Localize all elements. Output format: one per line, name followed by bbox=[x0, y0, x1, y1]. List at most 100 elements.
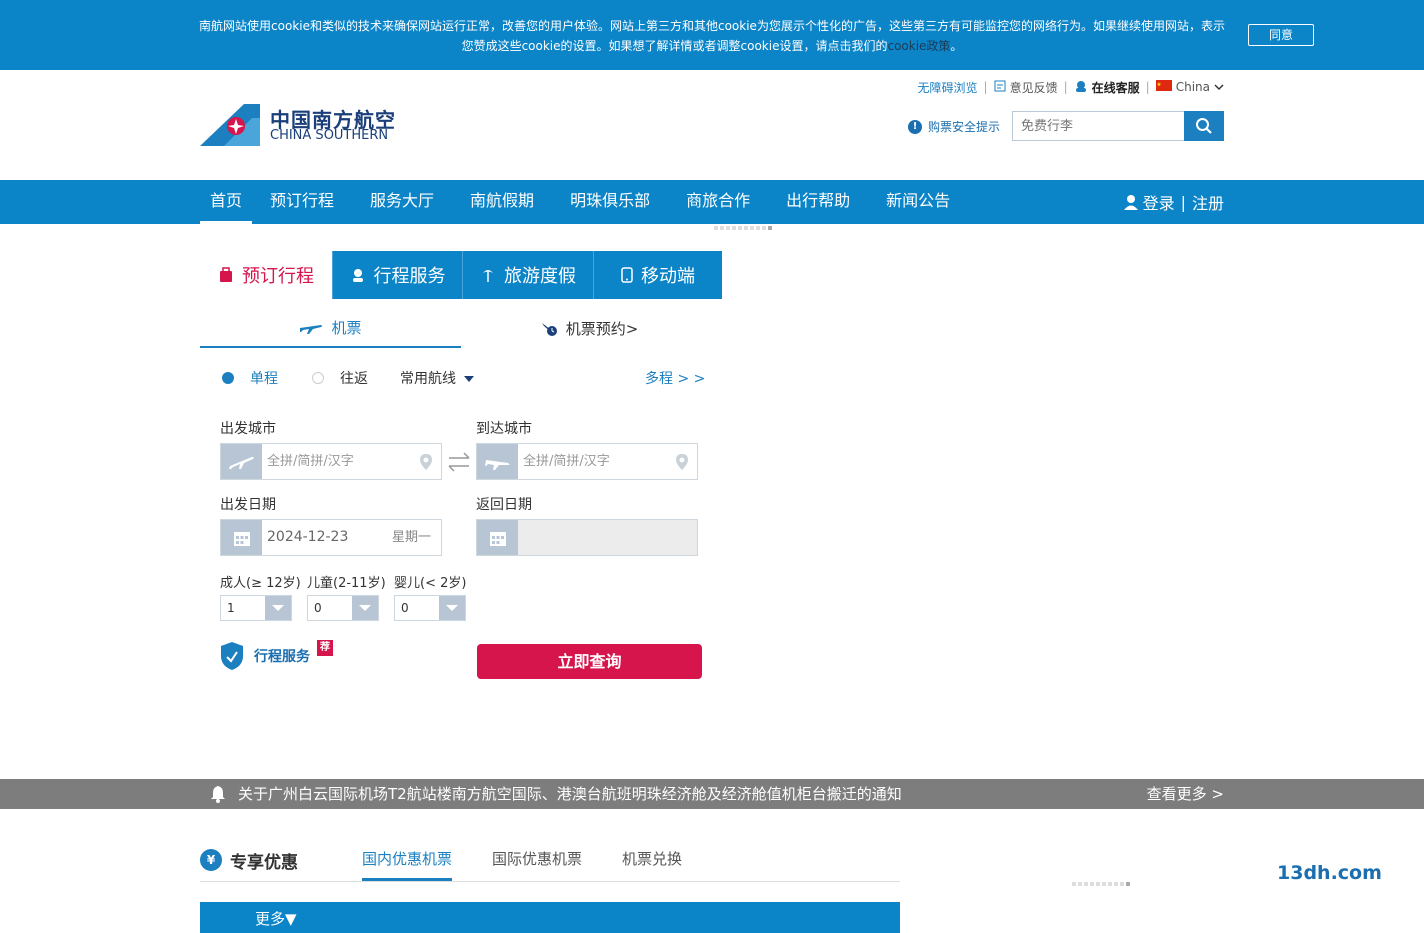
tab-vacation-label: 旅游度假 bbox=[504, 266, 576, 287]
notice-bar: 关于广州白云国际机场T2航站楼南方航空国际、港澳台航班明珠经济舱及经济舱值机柜台… bbox=[0, 779, 1424, 809]
recommend-badge: 荐 bbox=[317, 640, 333, 656]
offers-more-dropdown[interactable]: 更多▼ bbox=[255, 908, 297, 929]
safety-tip-label: 购票安全提示 bbox=[928, 120, 1001, 134]
carousel-dot-active[interactable] bbox=[768, 226, 772, 230]
carousel-dot[interactable] bbox=[720, 226, 724, 230]
cookie-message: 南航网站使用cookie和类似的技术来确保网站运行正常，改善您的用户体验。网站上… bbox=[199, 19, 1225, 53]
accessible-link[interactable]: 无障碍浏览 bbox=[918, 79, 978, 96]
swap-cities-icon[interactable] bbox=[447, 452, 471, 476]
from-city-field[interactable]: 全拼/简拼/汉字 bbox=[220, 443, 442, 480]
trip-service-label: 行程服务 bbox=[254, 649, 310, 665]
tab-ticket-redemption[interactable]: 机票兑换 bbox=[622, 848, 682, 881]
location-pin-icon bbox=[675, 453, 689, 475]
cookie-agree-button[interactable]: 同意 bbox=[1248, 24, 1314, 46]
tab-trip-service[interactable]: 行程服务 bbox=[332, 251, 462, 299]
cookie-banner: 南航网站使用cookie和类似的技术来确保网站运行正常，改善您的用户体验。网站上… bbox=[0, 0, 1424, 70]
from-city-label: 出发城市 bbox=[220, 421, 276, 437]
palm-tree-icon bbox=[480, 267, 496, 283]
depart-date-field[interactable]: 2024-12-23 星期一 bbox=[220, 519, 442, 556]
region-selector[interactable]: China bbox=[1176, 80, 1210, 94]
carousel-dot[interactable] bbox=[1090, 882, 1094, 886]
carousel-dot[interactable] bbox=[756, 226, 760, 230]
offers-panel: 更多▼ bbox=[200, 902, 900, 933]
round-trip-label[interactable]: 往返 bbox=[340, 368, 368, 388]
register-link[interactable]: 注册 bbox=[1192, 190, 1224, 214]
dropdown-arrow-icon bbox=[352, 596, 378, 620]
purchase-safety-tip[interactable]: ! 购票安全提示 bbox=[908, 118, 1000, 135]
from-city-placeholder: 全拼/简拼/汉字 bbox=[267, 454, 354, 469]
carousel-dot[interactable] bbox=[1072, 882, 1076, 886]
calendar-icon bbox=[477, 520, 518, 555]
top-links: 无障碍浏览 | 意见反馈 | 在线客服 | China bbox=[918, 78, 1224, 96]
tab-international-offers[interactable]: 国际优惠机票 bbox=[492, 848, 582, 881]
carousel-dot[interactable] bbox=[750, 226, 754, 230]
carousel-dot[interactable] bbox=[714, 226, 718, 230]
search-button[interactable] bbox=[1184, 111, 1224, 141]
notice-text: 关于广州白云国际机场T2航站楼南方航空国际、港澳台航班明珠经济舱及经济舱值机柜台… bbox=[238, 785, 902, 803]
carousel-dot[interactable] bbox=[1078, 882, 1082, 886]
depart-weekday: 星期一 bbox=[391, 530, 431, 545]
tab-mobile[interactable]: 移动端 bbox=[593, 251, 722, 299]
tab-vacation[interactable]: 旅游度假 bbox=[462, 251, 593, 299]
nav-item-travel-help[interactable]: 出行帮助 bbox=[768, 180, 868, 224]
tab-mobile-label: 移动端 bbox=[641, 266, 695, 287]
carousel-dot[interactable] bbox=[1120, 882, 1124, 886]
adult-select[interactable]: 1 bbox=[220, 595, 292, 621]
multi-city-link[interactable]: 多程 > > bbox=[645, 368, 705, 388]
carousel-dot[interactable] bbox=[726, 226, 730, 230]
search-input[interactable] bbox=[1012, 111, 1184, 141]
radio-one-way[interactable] bbox=[222, 372, 234, 384]
dropdown-arrow-icon bbox=[439, 596, 465, 620]
info-icon: ! bbox=[908, 119, 922, 134]
carousel-dot[interactable] bbox=[744, 226, 748, 230]
nav-item-booking[interactable]: 预订行程 bbox=[252, 180, 352, 224]
trip-service-link[interactable]: 行程服务 bbox=[220, 640, 310, 672]
child-value: 0 bbox=[314, 601, 322, 615]
nav-item-holidays[interactable]: 南航假期 bbox=[452, 180, 552, 224]
infant-label: 婴儿(< 2岁) bbox=[394, 576, 467, 591]
carousel-dot[interactable] bbox=[1084, 882, 1088, 886]
carousel-dot[interactable] bbox=[1114, 882, 1118, 886]
one-way-label[interactable]: 单程 bbox=[250, 368, 278, 388]
nav-item-home[interactable]: 首页 bbox=[200, 180, 253, 224]
nav-item-news[interactable]: 新闻公告 bbox=[868, 180, 968, 224]
online-service-link[interactable]: 在线客服 bbox=[1092, 79, 1140, 96]
child-select[interactable]: 0 bbox=[307, 595, 379, 621]
infant-select[interactable]: 0 bbox=[394, 595, 466, 621]
tab-trip-service-label: 行程服务 bbox=[373, 266, 446, 287]
tab-booking[interactable]: 预订行程 bbox=[200, 251, 332, 299]
notice-item[interactable]: 关于广州白云国际机场T2航站楼南方航空国际、港澳台航班明珠经济舱及经济舱值机柜台… bbox=[210, 779, 902, 809]
nav-item-service-hall[interactable]: 服务大厅 bbox=[352, 180, 452, 224]
caret-down-icon bbox=[464, 376, 474, 382]
depart-date-label: 出发日期 bbox=[220, 497, 276, 513]
notice-more-link[interactable]: 查看更多 > bbox=[1147, 779, 1224, 809]
cookie-policy-link[interactable]: cookie政策 bbox=[887, 39, 950, 53]
common-routes-label: 常用航线 bbox=[400, 371, 456, 387]
tab-domestic-offers[interactable]: 国内优惠机票 bbox=[362, 848, 453, 881]
subtab-ticket-reservation-label: 机票预约> bbox=[565, 319, 639, 338]
carousel-dot[interactable] bbox=[738, 226, 742, 230]
feedback-icon bbox=[994, 80, 1006, 95]
login-link[interactable]: 登录 bbox=[1143, 190, 1175, 214]
search-flights-button[interactable]: 立即查询 bbox=[477, 644, 702, 679]
carousel-dot[interactable] bbox=[1096, 882, 1100, 886]
landing-icon bbox=[477, 444, 518, 479]
common-routes-dropdown[interactable]: 常用航线 bbox=[400, 368, 474, 388]
return-date-field[interactable] bbox=[476, 519, 698, 556]
child-label: 儿童(2-11岁) bbox=[307, 576, 386, 591]
carousel-dot[interactable] bbox=[732, 226, 736, 230]
carousel-dot[interactable] bbox=[762, 226, 766, 230]
infant-value: 0 bbox=[401, 601, 409, 615]
nav-item-pearl-club[interactable]: 明珠俱乐部 bbox=[552, 180, 668, 224]
logo[interactable]: 中国南方航空 CHINA SOUTHERN bbox=[200, 104, 400, 148]
carousel-dot[interactable] bbox=[1102, 882, 1106, 886]
subtab-flight-ticket[interactable]: 机票 bbox=[200, 308, 461, 348]
to-city-field[interactable]: 全拼/简拼/汉字 bbox=[476, 443, 698, 480]
subtab-ticket-reservation[interactable]: 机票预约> bbox=[461, 308, 717, 348]
nav-item-business[interactable]: 商旅合作 bbox=[668, 180, 768, 224]
offers-title-label: 专享优惠 bbox=[230, 852, 298, 873]
carousel-dot-active[interactable] bbox=[1126, 882, 1130, 886]
feedback-link[interactable]: 意见反馈 bbox=[1010, 79, 1058, 96]
carousel-dot[interactable] bbox=[1108, 882, 1112, 886]
radio-round-trip[interactable] bbox=[312, 372, 324, 384]
